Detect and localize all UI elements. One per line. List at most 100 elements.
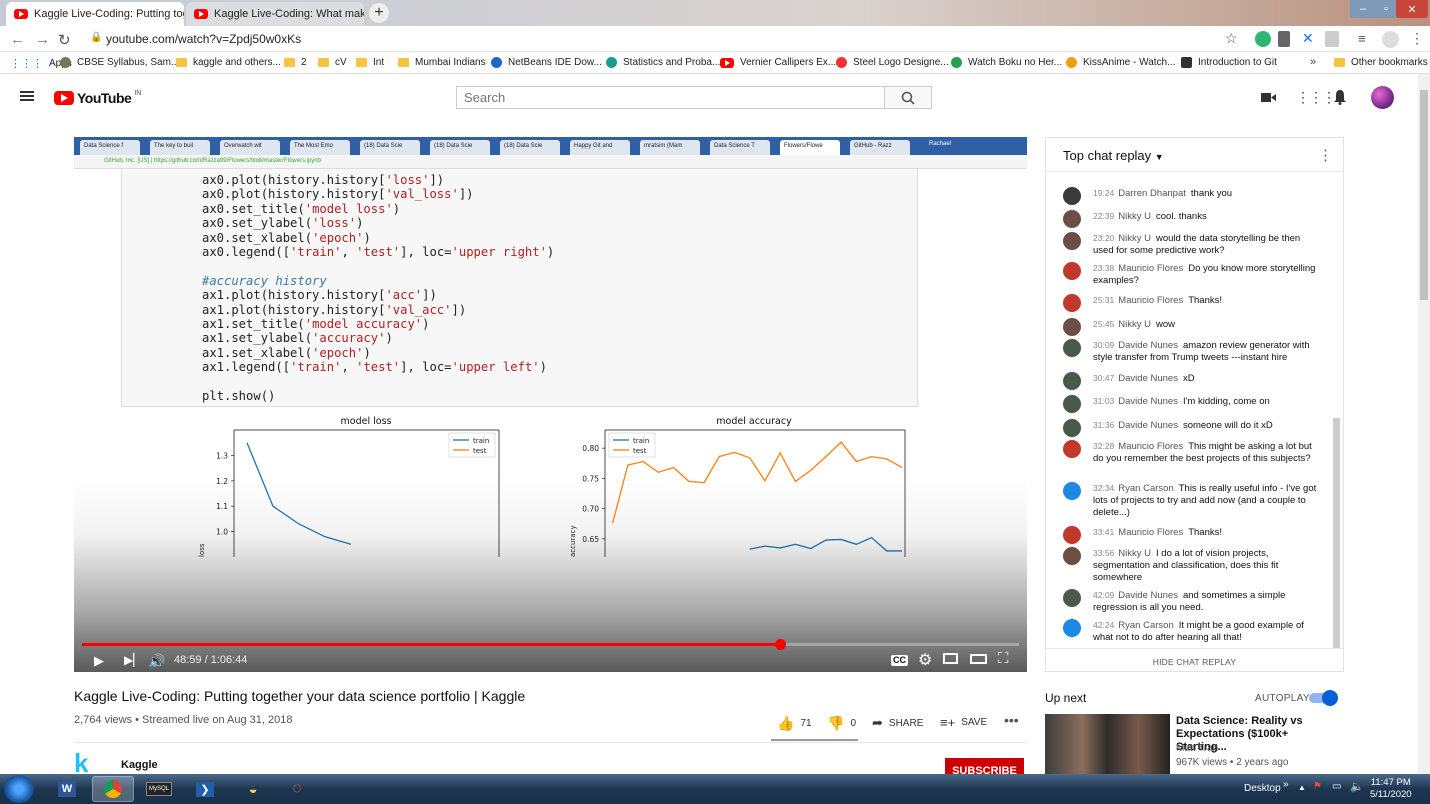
- search-input[interactable]: [456, 86, 885, 109]
- chat-author-name[interactable]: Davide Nunes: [1118, 340, 1178, 351]
- toolbar-expand-icon[interactable]: »: [1283, 779, 1289, 790]
- play-icon[interactable]: ▶: [94, 653, 104, 669]
- notes-extension-icon[interactable]: [1278, 31, 1290, 47]
- chat-author-name[interactable]: Mauricio Flores: [1118, 263, 1183, 274]
- bookmark-folder[interactable]: Other bookmarks: [1334, 57, 1428, 68]
- bookmark-item[interactable]: Statistics and Proba...: [606, 57, 720, 68]
- chat-author-avatar[interactable]: [1063, 187, 1081, 205]
- account-avatar[interactable]: [1371, 86, 1394, 109]
- chat-author-avatar[interactable]: [1063, 589, 1081, 607]
- chat-author-avatar[interactable]: [1063, 210, 1081, 228]
- apps-grid-icon[interactable]: ⋮⋮⋮: [1296, 89, 1336, 106]
- chat-author-avatar[interactable]: [1063, 339, 1081, 357]
- extension-x-icon[interactable]: ✕: [1302, 30, 1314, 47]
- bookmark-item[interactable]: Watch Boku no Her...: [951, 57, 1062, 68]
- bookmark-item[interactable]: CBSE Syllabus, Sam...: [60, 57, 179, 68]
- media-queue-icon[interactable]: ≡: [1358, 31, 1366, 46]
- new-tab-button[interactable]: +: [369, 3, 389, 23]
- chat-author-name[interactable]: Mauricio Flores: [1118, 441, 1183, 452]
- chat-author-avatar[interactable]: [1063, 419, 1081, 437]
- fullscreen-icon[interactable]: ⛶: [998, 650, 1009, 667]
- video-player[interactable]: Rachael GitHub, Inc. [US] | https://gith…: [74, 137, 1027, 672]
- bookmark-folder[interactable]: cV: [318, 57, 347, 68]
- chat-author-avatar[interactable]: [1063, 619, 1081, 637]
- start-button[interactable]: [4, 775, 34, 803]
- chat-scrollbar[interactable]: [1333, 418, 1340, 648]
- chrome-taskbar-icon[interactable]: [92, 776, 134, 802]
- url-text[interactable]: youtube.com/watch?v=Zpdj50w0xKs: [106, 32, 301, 46]
- system-clock[interactable]: 11:47 PM 5/11/2020: [1370, 777, 1412, 801]
- create-video-icon[interactable]: [1261, 92, 1276, 103]
- chat-author-name[interactable]: Davide Nunes: [1118, 590, 1178, 601]
- bookmark-item[interactable]: Vernier Callipers Ex...: [720, 57, 836, 68]
- chat-author-name[interactable]: Darren Dhanpat: [1118, 188, 1186, 199]
- chat-author-name[interactable]: Ryan Carson: [1118, 483, 1173, 494]
- hide-chat-button[interactable]: HIDE CHAT REPLAY: [1046, 648, 1343, 672]
- bookmark-folder[interactable]: kaggle and others...: [176, 57, 281, 68]
- chat-mode-dropdown[interactable]: Top chat replay ▼: [1063, 148, 1164, 163]
- chat-author-name[interactable]: Nikky U: [1118, 233, 1151, 244]
- next-icon[interactable]: ▶▏: [124, 653, 142, 667]
- notifications-bell-icon[interactable]: [1333, 89, 1347, 105]
- network-icon[interactable]: ▭: [1332, 781, 1341, 792]
- settings-gear-icon[interactable]: ⚙: [918, 650, 932, 670]
- chat-author-name[interactable]: Davide Nunes: [1118, 420, 1178, 431]
- bookmark-folder[interactable]: Int: [356, 57, 384, 68]
- powershell-taskbar-icon[interactable]: ❯: [184, 776, 226, 802]
- more-actions-icon[interactable]: •••: [1004, 712, 1019, 728]
- mysql-taskbar-icon[interactable]: MySQL: [138, 776, 180, 802]
- profile-icon[interactable]: [1382, 31, 1399, 48]
- reload-icon[interactable]: ↻: [58, 31, 71, 49]
- chat-author-avatar[interactable]: [1063, 440, 1081, 458]
- chat-author-avatar[interactable]: [1063, 547, 1081, 565]
- chat-author-avatar[interactable]: [1063, 372, 1081, 390]
- bookmark-item[interactable]: NetBeans IDE Dow...: [491, 57, 602, 68]
- bookmark-folder[interactable]: Mumbai Indians: [398, 57, 486, 68]
- captions-icon[interactable]: CC: [891, 655, 908, 666]
- recommended-channel[interactable]: Matt Tran: [1176, 743, 1218, 754]
- volume-icon[interactable]: 🔊: [148, 653, 165, 670]
- close-window-button[interactable]: ✕: [1396, 0, 1428, 18]
- chat-author-avatar[interactable]: [1063, 318, 1081, 336]
- hamburger-menu-icon[interactable]: [20, 91, 34, 101]
- chat-author-avatar[interactable]: [1063, 294, 1081, 312]
- browser-tab-active[interactable]: Kaggle Live-Coding: Putting toge ✕: [6, 2, 184, 26]
- chat-menu-icon[interactable]: ⋮: [1318, 146, 1333, 164]
- bookmark-folder[interactable]: 2: [284, 57, 307, 68]
- menu-dots-icon[interactable]: ⋮: [1410, 30, 1424, 47]
- chat-author-name[interactable]: Mauricio Flores: [1118, 295, 1183, 306]
- chat-author-name[interactable]: Davide Nunes: [1118, 396, 1178, 407]
- jupyter-taskbar-icon[interactable]: ◌: [276, 776, 318, 802]
- search-button[interactable]: [884, 86, 932, 109]
- subscribe-button[interactable]: SUBSCRIBE: [945, 758, 1024, 777]
- chat-author-name[interactable]: Nikky U: [1118, 211, 1151, 222]
- recommended-video-thumbnail[interactable]: [1045, 714, 1170, 776]
- chat-author-name[interactable]: Nikky U: [1118, 548, 1151, 559]
- dislike-button[interactable]: 👎 0: [827, 715, 856, 732]
- chat-author-name[interactable]: Nikky U: [1118, 319, 1151, 330]
- chat-author-name[interactable]: Davide Nunes: [1118, 373, 1178, 384]
- action-center-flag-icon[interactable]: ⚑: [1313, 781, 1322, 792]
- youtube-logo[interactable]: YouTube IN: [54, 90, 141, 106]
- chat-author-name[interactable]: Mauricio Flores: [1118, 527, 1183, 538]
- chat-author-avatar[interactable]: [1063, 232, 1081, 250]
- share-button[interactable]: ➦ SHARE: [872, 715, 923, 731]
- volume-tray-icon[interactable]: 🔈: [1350, 780, 1364, 793]
- bookmark-item[interactable]: Introduction to Git: [1181, 57, 1277, 68]
- chat-author-avatar[interactable]: [1063, 395, 1081, 413]
- bookmark-item[interactable]: KissAnime - Watch...: [1066, 57, 1175, 68]
- save-button[interactable]: ≡+ SAVE: [940, 715, 987, 730]
- forward-icon[interactable]: →: [35, 31, 50, 48]
- word-taskbar-icon[interactable]: W: [46, 776, 88, 802]
- desktop-toolbar-label[interactable]: Desktop: [1244, 783, 1281, 794]
- kaspersky-icon[interactable]: [1325, 31, 1339, 47]
- grammarly-icon[interactable]: [1255, 31, 1271, 47]
- kaggle-channel-avatar[interactable]: k: [74, 750, 100, 776]
- bookmark-star-icon[interactable]: ☆: [1225, 30, 1238, 47]
- theater-mode-icon[interactable]: [970, 654, 987, 664]
- progress-scrubber[interactable]: [775, 639, 786, 650]
- like-button[interactable]: 👍 71: [777, 715, 812, 732]
- chat-author-avatar[interactable]: [1063, 262, 1081, 280]
- channel-name[interactable]: Kaggle: [121, 759, 158, 771]
- chat-author-avatar[interactable]: [1063, 526, 1081, 544]
